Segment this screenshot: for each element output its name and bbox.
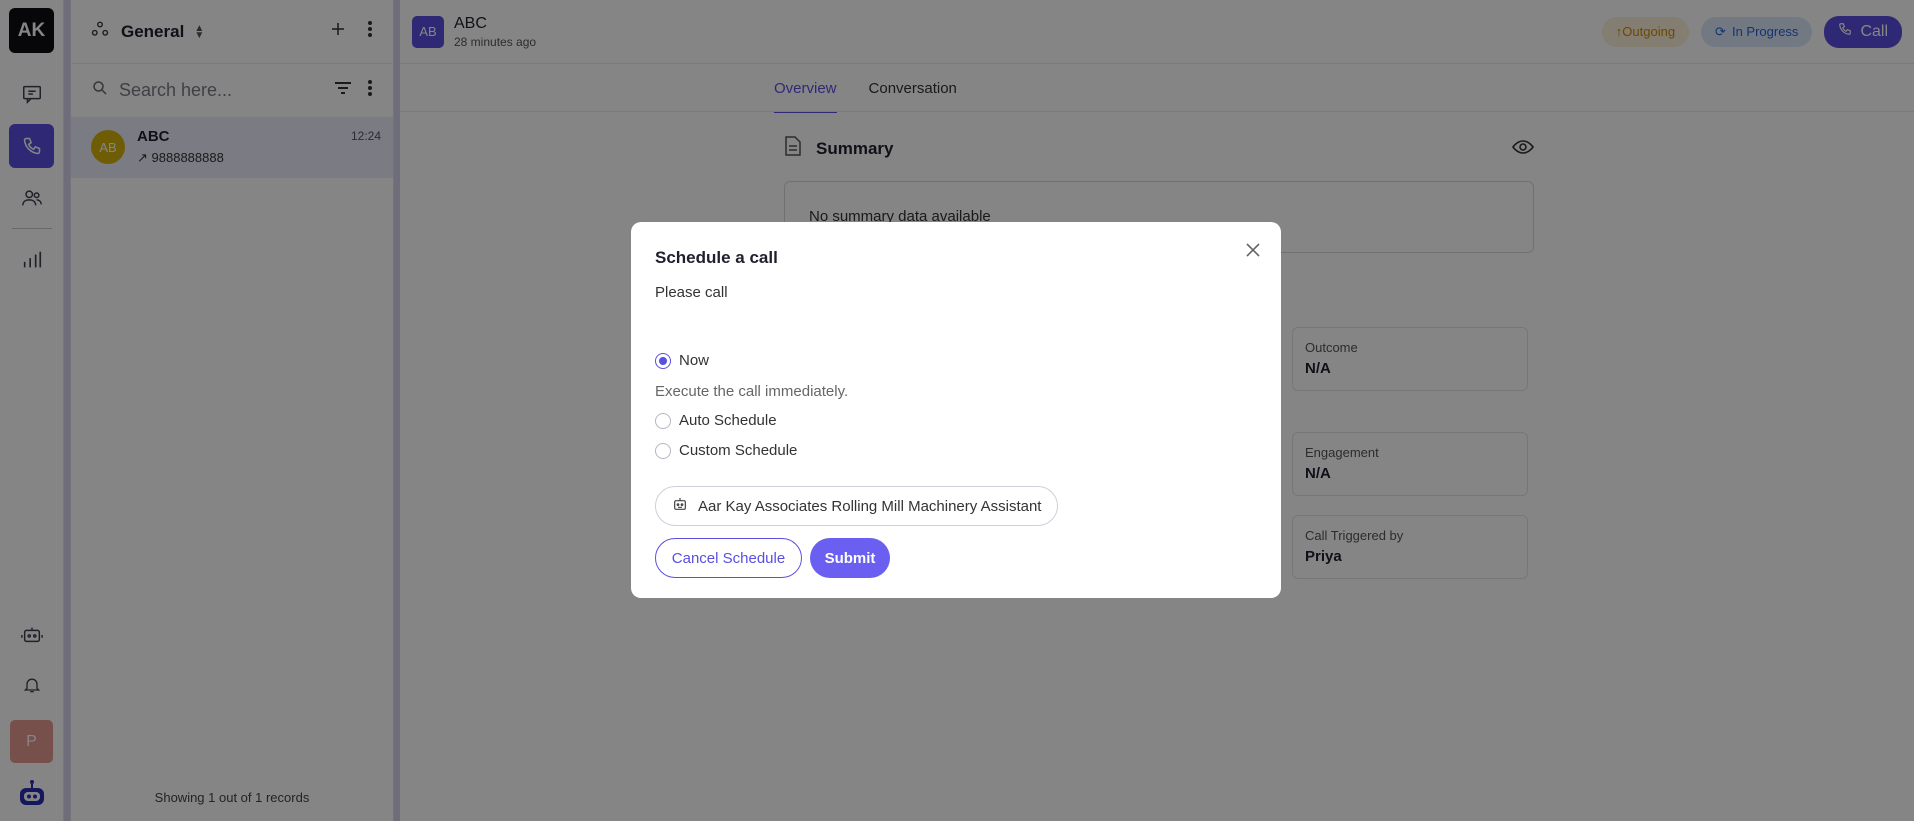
robot-icon — [672, 496, 688, 516]
cancel-schedule-button[interactable]: Cancel Schedule — [655, 538, 802, 578]
radio-now[interactable]: Now — [655, 352, 709, 369]
dialog-title: Schedule a call — [655, 248, 778, 267]
radio-dot[interactable] — [655, 352, 671, 369]
schedule-call-dialog: Schedule a call Please call Now Execute … — [631, 222, 1281, 598]
dialog-message: Please call — [655, 284, 728, 301]
radio-dot[interactable] — [655, 412, 671, 429]
radio-custom-schedule[interactable]: Custom Schedule — [655, 442, 797, 459]
agent-name: Aar Kay Associates Rolling Mill Machiner… — [698, 497, 1042, 515]
radio-label: Now — [679, 352, 710, 369]
radio-label: Custom Schedule — [679, 442, 798, 459]
now-description: Execute the call immediately. — [655, 383, 849, 400]
radio-auto-schedule[interactable]: Auto Schedule — [655, 412, 777, 429]
radio-dot[interactable] — [655, 442, 671, 459]
agent-selector[interactable]: Aar Kay Associates Rolling Mill Machiner… — [655, 486, 1059, 526]
close-icon[interactable] — [1243, 240, 1263, 260]
radio-label: Auto Schedule — [679, 412, 777, 429]
submit-button[interactable]: Submit — [810, 538, 890, 578]
